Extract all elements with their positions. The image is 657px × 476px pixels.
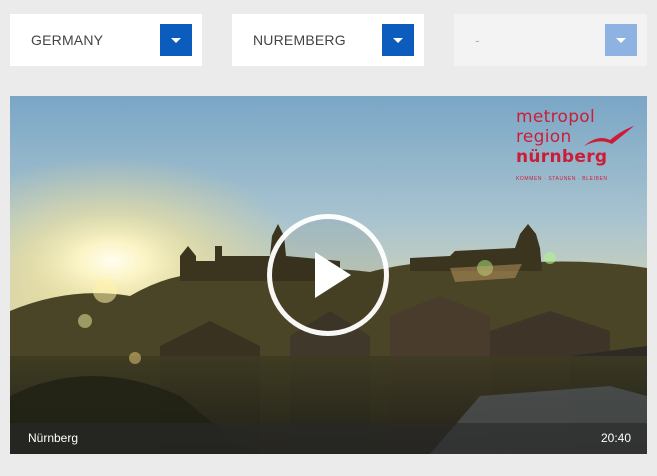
city-select-value: NUREMBERG	[253, 32, 346, 48]
play-button[interactable]	[267, 214, 389, 336]
camera-select-value: -	[475, 32, 480, 48]
country-select-value: GERMANY	[31, 32, 104, 48]
chevron-down-icon	[393, 38, 403, 43]
filter-bar: GERMANY NUREMBERG -	[0, 14, 657, 66]
webcam-time: 20:40	[600, 431, 631, 445]
logo-swoosh-icon	[584, 126, 634, 146]
country-select-toggle[interactable]	[160, 24, 192, 56]
logo-line-2: region	[516, 127, 572, 147]
logo-line-3: nürnberg	[516, 147, 608, 167]
play-icon	[315, 252, 351, 298]
camera-select[interactable]: -	[454, 14, 647, 66]
metropolregion-logo: metropol region nürnberg KOMMEN · STAUNE…	[516, 108, 640, 186]
chevron-down-icon	[171, 38, 181, 43]
webcam-player[interactable]: metropol region nürnberg KOMMEN · STAUNE…	[10, 96, 647, 454]
city-select-toggle[interactable]	[382, 24, 414, 56]
logo-tagline: KOMMEN · STAUNEN · BLEIBEN	[516, 176, 608, 182]
country-select[interactable]: GERMANY	[10, 14, 202, 66]
camera-select-toggle[interactable]	[605, 24, 637, 56]
city-select[interactable]: NUREMBERG	[232, 14, 424, 66]
webcam-location: Nürnberg	[28, 431, 79, 445]
webcam-info-bar: Nürnberg 20:40	[10, 423, 647, 454]
chevron-down-icon	[616, 38, 626, 43]
